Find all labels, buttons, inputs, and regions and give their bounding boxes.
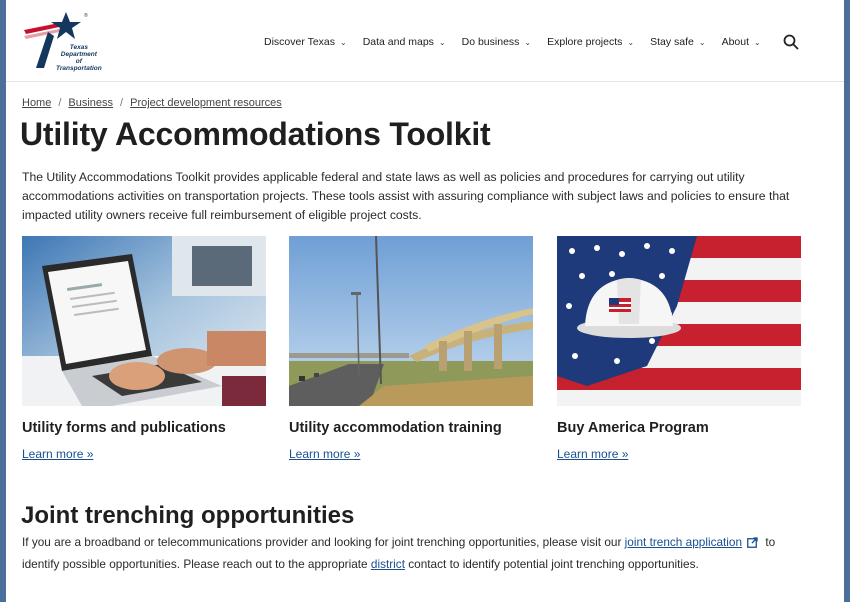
chevron-down-icon: ⌄: [627, 37, 635, 47]
breadcrumb-project-development[interactable]: Project development resources: [130, 97, 282, 109]
chevron-down-icon: ⌄: [754, 37, 761, 47]
search-icon: [783, 34, 799, 50]
card-title: Utility forms and publications: [22, 420, 226, 436]
breadcrumb-business[interactable]: Business: [68, 97, 113, 109]
learn-more-link[interactable]: Learn more »: [22, 447, 93, 461]
chevron-down-icon: ⌄: [698, 37, 706, 47]
joint-trenching-paragraph: If you are a broadband or telecommunicat…: [22, 534, 776, 571]
page-title: Utility Accommodations Toolkit: [20, 116, 491, 152]
breadcrumb-separator: /: [120, 97, 124, 109]
chevron-down-icon: ⌄: [524, 37, 532, 47]
main-nav: Discover Texas ⌄ Data and maps ⌄ Do busine…: [264, 36, 777, 48]
card-title: Utility accommodation training: [289, 420, 502, 436]
card-image-flag-hardhat[interactable]: [557, 236, 801, 406]
logo-wordmark: Texas Department of Transportation: [56, 44, 102, 72]
search-button[interactable]: [782, 33, 800, 51]
district-link[interactable]: district: [371, 557, 405, 571]
breadcrumb-separator: /: [58, 97, 62, 109]
card-image-highway[interactable]: [289, 236, 533, 406]
nav-about[interactable]: About ⌄: [722, 36, 761, 48]
site-header: ® Texas Department of Transportation Dis…: [6, 0, 844, 82]
chevron-down-icon: ⌄: [438, 37, 446, 47]
external-link-icon[interactable]: [747, 534, 758, 554]
learn-more-link[interactable]: Learn more »: [557, 447, 628, 461]
browser-page: ® Texas Department of Transportation Dis…: [6, 0, 844, 602]
intro-paragraph: The Utility Accommodations Toolkit provi…: [22, 170, 790, 222]
learn-more-link[interactable]: Learn more »: [289, 447, 360, 461]
nav-data-and-maps[interactable]: Data and maps ⌄: [363, 36, 446, 48]
card-buy-america: Buy America Program Learn more »: [557, 236, 801, 461]
joint-trench-application-link[interactable]: joint trench application: [625, 535, 742, 549]
card-utility-forms: Utility forms and publications Learn mor…: [22, 236, 266, 461]
breadcrumb-home[interactable]: Home: [22, 97, 51, 109]
nav-discover-texas[interactable]: Discover Texas ⌄: [264, 36, 347, 48]
nav-explore-projects[interactable]: Explore projects ⌄: [547, 36, 634, 48]
nav-do-business[interactable]: Do business ⌄: [462, 36, 531, 48]
card-image-laptop[interactable]: [22, 236, 266, 406]
svg-text:®: ®: [84, 12, 88, 19]
txdot-logo[interactable]: ® Texas Department of Transportation: [20, 10, 102, 72]
card-utility-training: Utility accommodation training Learn mor…: [289, 236, 533, 461]
section-title: Joint trenching opportunities: [21, 502, 355, 529]
chevron-down-icon: ⌄: [340, 37, 347, 47]
breadcrumb: Home / Business / Project development re…: [22, 97, 282, 109]
card-title: Buy America Program: [557, 420, 709, 436]
nav-stay-safe[interactable]: Stay safe ⌄: [650, 36, 705, 48]
